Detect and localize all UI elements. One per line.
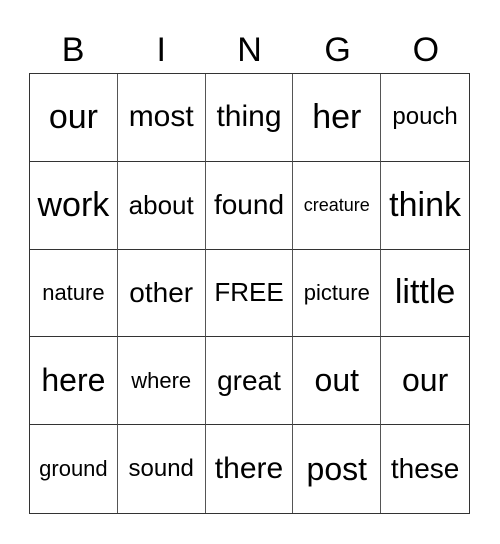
bingo-cell[interactable]: where	[117, 337, 206, 426]
bingo-cell[interactable]: work	[30, 161, 118, 250]
bingo-cell[interactable]: little	[381, 250, 469, 338]
bingo-cell[interactable]: other	[117, 249, 206, 338]
bingo-cell[interactable]: think	[381, 162, 469, 250]
bingo-cell[interactable]: great	[205, 337, 294, 426]
bingo-cell[interactable]: nature	[30, 249, 118, 338]
free-space[interactable]: FREE	[205, 249, 294, 338]
bingo-cell[interactable]: sound	[118, 425, 206, 513]
bingo-cell[interactable]: found	[205, 161, 294, 250]
bingo-cell[interactable]: these	[381, 425, 469, 513]
bingo-cell[interactable]: about	[117, 161, 206, 250]
bingo-cell[interactable]: thing	[205, 74, 294, 162]
bingo-cell[interactable]: our	[381, 337, 469, 426]
header-letter-i: I	[156, 31, 166, 69]
header-letter-b: B	[61, 31, 85, 69]
bingo-cell[interactable]: here	[30, 337, 118, 426]
bingo-cell[interactable]: pouch	[381, 74, 469, 162]
bingo-cell[interactable]: our	[30, 74, 118, 162]
bingo-cell[interactable]: there	[206, 425, 294, 513]
bingo-cell[interactable]: most	[117, 74, 206, 162]
bingo-cell[interactable]: ground	[30, 425, 118, 513]
bingo-grid: our most thing her pouch work about foun…	[29, 73, 470, 514]
bingo-cell[interactable]: out	[293, 337, 382, 426]
header-letter-o: O	[412, 31, 440, 69]
bingo-cell[interactable]: her	[293, 74, 382, 162]
bingo-cell[interactable]: creature	[293, 161, 382, 250]
header-letter-n: N	[237, 31, 262, 69]
bingo-cell[interactable]: post	[293, 425, 382, 513]
bingo-header: B I N G O	[29, 28, 470, 72]
header-letter-g: G	[324, 31, 351, 69]
bingo-cell[interactable]: picture	[293, 249, 382, 338]
